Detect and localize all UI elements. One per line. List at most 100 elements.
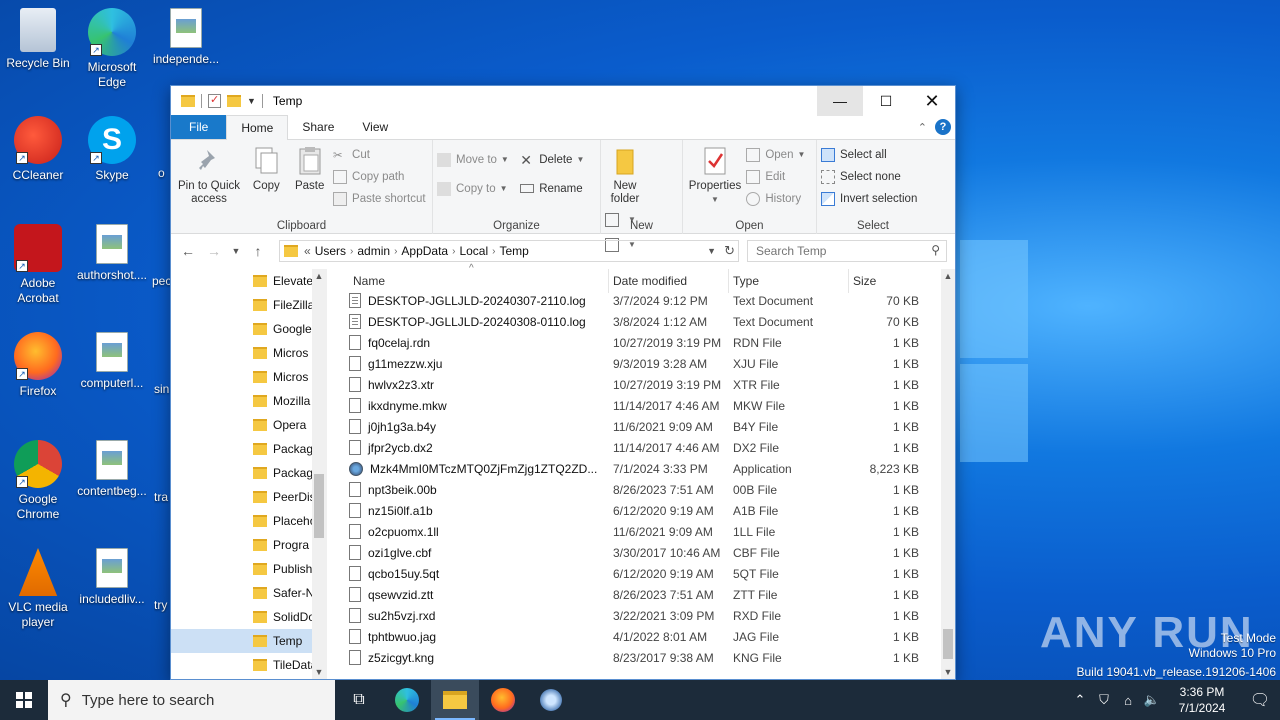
refresh-icon[interactable]: ↻ [724, 243, 735, 259]
nav-item-folder[interactable]: TileData [171, 653, 313, 677]
rename-button[interactable]: Rename [520, 179, 584, 198]
nav-scrollbar[interactable]: ▲ ▼ [312, 269, 326, 679]
taskbar-edge[interactable] [383, 680, 431, 720]
taskbar-file-explorer[interactable] [431, 680, 479, 720]
search-box[interactable]: ⚲ [747, 240, 947, 262]
taskbar-firefox[interactable] [479, 680, 527, 720]
properties-qat-icon[interactable] [208, 93, 221, 108]
move-to-button[interactable]: Move to ▼ [437, 150, 509, 169]
file-row[interactable]: g11mezzw.xju 9/3/2019 3:28 AM XJU File 1 KB [327, 353, 941, 374]
delete-button[interactable]: ✕ Delete ▼ [520, 150, 584, 169]
file-row[interactable]: hwlvx2z3.xtr 10/27/2019 3:19 PM XTR File 1 … [327, 374, 941, 395]
network-icon[interactable]: ⌂ [1116, 693, 1140, 708]
scroll-down-icon[interactable]: ▼ [941, 667, 955, 677]
clock[interactable]: 3:36 PM 7/1/2024 [1164, 684, 1240, 716]
file-row[interactable]: qcbo15uy.5qt 6/12/2020 9:19 AM 5QT File 1 K… [327, 563, 941, 584]
desktop-icon-skype[interactable]: S ↗ Skype [74, 116, 150, 183]
desktop-icon-ccleaner[interactable]: ↗ CCleaner [0, 116, 76, 183]
nav-item-folder[interactable]: Temp [171, 629, 313, 653]
desktop-icon-adobe-acrobat[interactable]: ↗ Adobe Acrobat [0, 224, 76, 306]
collapse-ribbon-chevron-icon[interactable]: ⌃ [918, 121, 927, 134]
scroll-up-icon[interactable]: ▲ [312, 271, 326, 281]
nav-item-folder[interactable]: Mozilla [171, 389, 313, 413]
title-bar[interactable]: ▼ Temp — ☐ ✕ [171, 86, 955, 116]
breadcrumb-separator-icon[interactable]: › [394, 246, 397, 257]
file-row[interactable]: Mzk4MmI0MTczMTQ0ZjFmZjg1ZTQ2ZD... 7/1/202… [327, 458, 941, 479]
recent-locations-chevron-icon[interactable]: ▼ [229, 246, 243, 256]
copy-button[interactable]: Copy [246, 144, 286, 195]
nav-item-folder[interactable]: Packag [171, 437, 313, 461]
cut-button[interactable]: ✂ Cut [333, 145, 426, 164]
help-icon[interactable]: ? [935, 119, 951, 135]
file-row[interactable]: qsewvzid.ztt 8/26/2023 7:51 AM ZTT File 1 K… [327, 584, 941, 605]
nav-item-folder[interactable]: Placeho [171, 509, 313, 533]
customize-qat-chevron-icon[interactable]: ▼ [247, 96, 256, 106]
file-row[interactable]: ozi1glve.cbf 3/30/2017 10:46 AM CBF File 1 … [327, 542, 941, 563]
nav-item-folder[interactable]: FileZilla [171, 293, 313, 317]
scroll-up-icon[interactable]: ▲ [941, 271, 955, 281]
desktop-icon-computerl-file[interactable]: computerl... [74, 332, 150, 391]
pin-to-quick-access-button[interactable]: Pin to Quick access [175, 144, 243, 208]
tab-share[interactable]: Share [288, 115, 348, 139]
file-row[interactable]: ikxdnyme.mkw 11/14/2017 4:46 AM MKW File 1 … [327, 395, 941, 416]
nav-scroll-thumb[interactable] [314, 474, 324, 538]
file-row[interactable]: DESKTOP-JGLLJLD-20240307-2110.log 3/7/202… [327, 290, 941, 311]
nav-item-folder[interactable]: Google [171, 317, 313, 341]
task-view-button[interactable]: ⧉ [335, 680, 383, 720]
nav-item-folder[interactable]: Elevate [171, 269, 313, 293]
breadcrumb-separator-icon[interactable]: › [492, 246, 495, 257]
show-hidden-icons-chevron-icon[interactable]: ⌃ [1068, 692, 1092, 708]
properties-button[interactable]: Properties ▼ [687, 144, 743, 208]
back-arrow-icon[interactable]: ← [177, 243, 199, 259]
nav-item-folder[interactable]: Publish [171, 557, 313, 581]
taskbar-search-input[interactable] [81, 691, 312, 709]
address-bar[interactable]: « Users › admin › AppData › Local › Temp ▼ ↻ [279, 240, 739, 262]
security-icon[interactable]: ⛉ [1092, 692, 1116, 708]
file-row[interactable]: fq0celaj.rdn 10/27/2019 3:19 PM RDN File 1 … [327, 332, 941, 353]
search-input[interactable] [756, 244, 916, 258]
breadcrumb-admin[interactable]: admin [357, 244, 390, 258]
open-button[interactable]: Open ▼ [746, 145, 805, 164]
copy-to-button[interactable]: Copy to ▼ [437, 179, 509, 198]
nav-item-folder[interactable]: Micros [171, 365, 313, 389]
file-row[interactable]: nz15i0lf.a1b 6/12/2020 9:19 AM A1B File 1 K… [327, 500, 941, 521]
up-arrow-icon[interactable]: ↑ [247, 243, 269, 259]
breadcrumb-overflow[interactable]: « [304, 244, 311, 258]
minimize-button[interactable]: — [817, 86, 863, 116]
history-button[interactable]: History [746, 189, 805, 208]
nav-item-folder[interactable]: Packag [171, 461, 313, 485]
file-scroll-thumb[interactable] [943, 629, 953, 659]
edit-button[interactable]: Edit [746, 167, 805, 186]
tab-view[interactable]: View [348, 115, 402, 139]
breadcrumb-separator-icon[interactable]: › [350, 246, 353, 257]
taskbar-search[interactable]: ⚲ [48, 680, 335, 720]
breadcrumb-appdata[interactable]: AppData [401, 244, 448, 258]
tab-home[interactable]: Home [226, 115, 289, 140]
breadcrumb-users[interactable]: Users [315, 244, 346, 258]
breadcrumb-local[interactable]: Local [459, 244, 488, 258]
desktop-icon-partial[interactable]: pec [152, 274, 172, 289]
maximize-button[interactable]: ☐ [863, 86, 909, 116]
tab-file[interactable]: File [171, 115, 227, 139]
nav-item-folder[interactable]: Opera [171, 413, 313, 437]
nav-item-folder[interactable]: SolidDo [171, 605, 313, 629]
nav-item-folder[interactable]: PeerDis [171, 485, 313, 509]
desktop-icon-firefox[interactable]: ↗ Firefox [0, 332, 76, 399]
select-all-button[interactable]: Select all [821, 145, 917, 164]
address-history-chevron-icon[interactable]: ▼ [707, 246, 716, 256]
file-list-scrollbar[interactable]: ▲ ▼ [941, 269, 955, 679]
notification-center-icon[interactable]: 🗨 [1240, 690, 1280, 710]
file-row[interactable]: z5zicgyt.kng 8/23/2017 9:38 AM KNG File 1 K… [327, 647, 941, 668]
desktop-icon-microsoft-edge[interactable]: ↗ Microsoft Edge [74, 8, 150, 90]
breadcrumb-temp[interactable]: Temp [499, 244, 528, 258]
desktop-icon-includedliv-file[interactable]: includedliv... [74, 548, 150, 607]
file-row[interactable]: jfpr2ycb.dx2 11/14/2017 4:46 AM DX2 File 1 … [327, 437, 941, 458]
file-row[interactable]: o2cpuomx.1ll 11/6/2021 9:09 AM 1LL File 1 K… [327, 521, 941, 542]
file-row[interactable]: npt3beik.00b 8/26/2023 7:51 AM 00B File 1 K… [327, 479, 941, 500]
desktop-icon-recycle-bin[interactable]: Recycle Bin [0, 8, 76, 71]
paste-button[interactable]: Paste [290, 144, 330, 195]
volume-icon[interactable]: 🔈 [1140, 692, 1164, 708]
taskbar-app-installer[interactable] [527, 680, 575, 720]
desktop-icon-independent-file[interactable]: independe... [148, 8, 224, 67]
copy-path-button[interactable]: Copy path [333, 167, 426, 186]
